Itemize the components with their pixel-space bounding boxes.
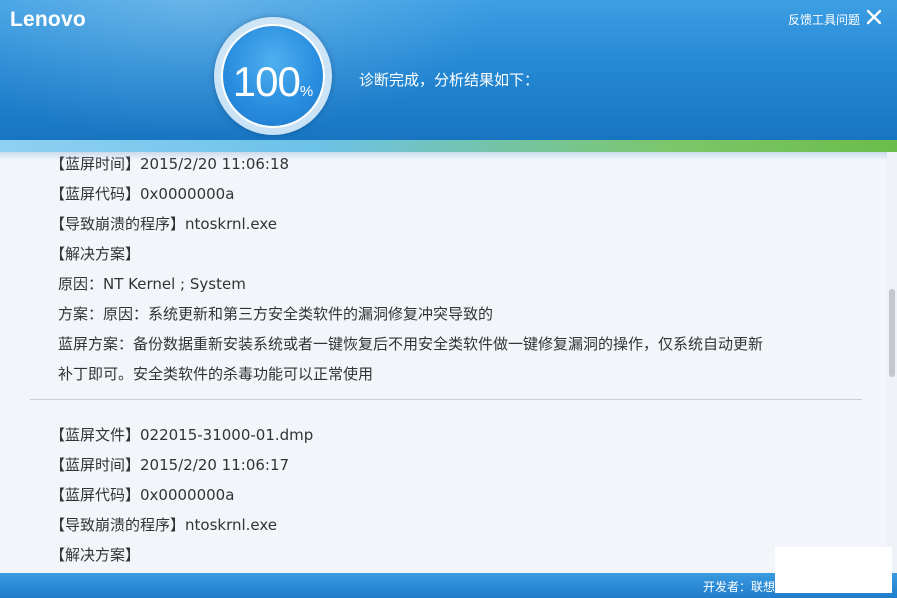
solution-bsod-plan-continued: 补丁即可。安全类软件的杀毒功能可以正常使用: [58, 365, 374, 383]
solution-heading: 【解决方案】: [50, 546, 141, 564]
crash-program: 【导致崩溃的程序】ntoskrnl.exe: [50, 516, 278, 534]
close-icon: [866, 9, 882, 25]
progress-readout: 100%: [223, 58, 323, 106]
accent-shadow: [0, 152, 897, 160]
solution-bsod-plan: 蓝屏方案：备份数据重新安装系统或者一键恢复后不用安全类软件做一键修复漏洞的操作，…: [58, 335, 764, 353]
progress-inner-circle: 100%: [221, 24, 325, 128]
developer-label: 开发者：联想: [702, 580, 775, 594]
solution-heading: 【解决方案】: [50, 245, 141, 263]
progress-unit: %: [299, 83, 314, 100]
results-panel[interactable]: 【蓝屏时间】2015/2/20 11:06:18 【蓝屏代码】0x0000000…: [0, 152, 885, 573]
accent-band: [0, 140, 897, 152]
progress-circle: 100%: [214, 17, 332, 135]
diagnosis-status: 诊断完成，分析结果如下：: [359, 71, 540, 89]
bsod-code: 【蓝屏代码】0x0000000a: [50, 185, 235, 203]
redaction-box: [775, 547, 892, 593]
footer-bar: 开发者：联想: [0, 573, 897, 598]
crash-program: 【导致崩溃的程序】ntoskrnl.exe: [50, 215, 278, 233]
progress-value: 100: [232, 58, 301, 105]
bsod-time: 【蓝屏时间】2015/2/20 11:06:17: [50, 456, 290, 474]
solution-plan: 方案：原因：系统更新和第三方安全类软件的漏洞修复冲突导致的: [58, 305, 494, 323]
bsod-code: 【蓝屏代码】0x0000000a: [50, 486, 235, 504]
close-button[interactable]: [865, 8, 883, 26]
header-banner: Lenovo 反馈工具问题 100% 诊断完成，分析结果如下：: [0, 0, 897, 145]
scrollbar-thumb[interactable]: [889, 289, 895, 377]
bsod-file: 【蓝屏文件】022015-31000-01.dmp: [50, 426, 314, 444]
lenovo-logo: Lenovo: [10, 8, 86, 31]
solution-cause: 原因：NT Kernel ; System: [58, 275, 246, 293]
feedback-link[interactable]: 反馈工具问题: [788, 11, 860, 28]
record-divider: [30, 399, 862, 400]
